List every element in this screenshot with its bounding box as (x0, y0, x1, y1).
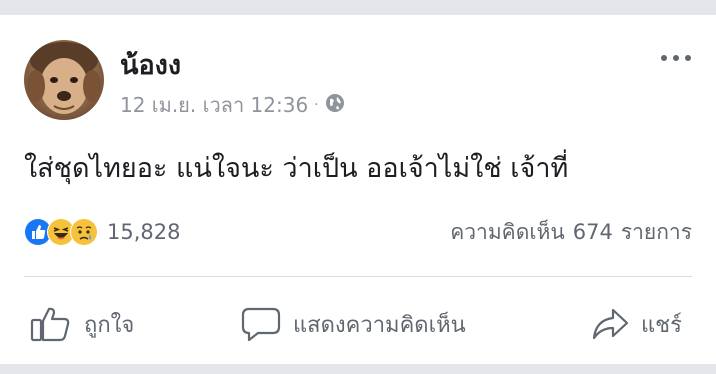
share-arrow-icon (591, 307, 629, 341)
like-button[interactable]: ถูกใจ (30, 302, 134, 346)
post-meta: 12 เม.ย. เวลา 12:36 · (120, 91, 345, 119)
comments-label: ความคิดเห็น (450, 219, 565, 244)
post-timestamp[interactable]: 12 เม.ย. เวลา 12:36 (120, 89, 308, 121)
comment-bubble-icon (241, 306, 281, 342)
share-label: แชร์ (641, 312, 682, 338)
reaction-count: 15,828 (107, 220, 181, 244)
comment-label: แสดงความคิดเห็น (293, 312, 466, 338)
comment-button[interactable]: แสดงความคิดเห็น (241, 302, 466, 346)
reactions-summary[interactable]: 15,828 (24, 215, 180, 249)
post-text: ใส่ชุดไทยอะ แน่ใจนะ ว่าเป็น ออเจ้าไม่ใช่… (24, 153, 569, 184)
divider (24, 276, 692, 277)
share-button[interactable]: แชร์ (591, 302, 682, 346)
globe-icon (325, 93, 345, 118)
ellipsis-icon (661, 55, 691, 61)
sad-reaction-icon (70, 218, 98, 246)
meta-separator: · (314, 97, 319, 113)
avatar[interactable] (24, 40, 104, 120)
comments-number: 674 (572, 220, 613, 244)
comments-unit: รายการ (620, 219, 692, 244)
post-card: น้องง 12 เม.ย. เวลา 12:36 · ใส่ชุดไทยอะ … (0, 15, 716, 364)
thumbs-up-icon (30, 306, 72, 342)
like-label: ถูกใจ (84, 312, 135, 338)
author-name[interactable]: น้องง (120, 43, 181, 86)
comments-count-link[interactable]: ความคิดเห็น 674 รายการ (450, 215, 692, 249)
more-options-button[interactable] (656, 43, 696, 73)
reaction-icons (24, 218, 98, 246)
